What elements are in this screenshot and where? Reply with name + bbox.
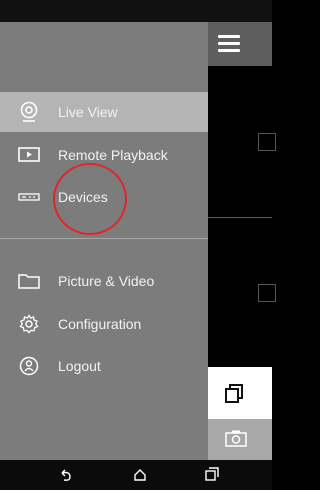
toolbar-panel <box>208 367 272 419</box>
back-icon[interactable] <box>56 465 76 485</box>
add-camera-icon[interactable] <box>258 133 276 151</box>
highlight-circle-annotation <box>53 163 127 235</box>
drawer-item-live-view[interactable]: Live View <box>0 92 208 132</box>
folder-icon <box>0 261 58 301</box>
drawer-item-label: Logout <box>58 358 101 374</box>
drawer-item-picture-video[interactable]: Picture & Video <box>0 261 208 301</box>
drawer-item-label: Remote Playback <box>58 147 168 163</box>
video-tile[interactable] <box>208 218 276 367</box>
video-tile[interactable] <box>208 66 276 217</box>
drawer-item-logout[interactable]: Logout <box>0 346 208 386</box>
device-icon <box>0 177 58 217</box>
drawer-item-label: Configuration <box>58 316 142 332</box>
drawer-divider <box>0 238 208 239</box>
recents-icon[interactable] <box>201 465 221 485</box>
android-navigation-bar <box>0 460 272 490</box>
camera-icon <box>0 92 58 132</box>
drawer-item-label: Picture & Video <box>58 273 155 289</box>
multi-window-icon[interactable] <box>224 384 244 409</box>
logout-icon <box>0 346 58 386</box>
gear-icon <box>0 304 58 344</box>
status-bar <box>0 0 272 22</box>
playback-icon <box>0 135 58 175</box>
navigation-drawer: Live View Remote Playback Devices Pictur… <box>0 22 208 460</box>
drawer-item-configuration[interactable]: Configuration <box>0 304 208 344</box>
menu-icon[interactable] <box>218 35 240 53</box>
drawer-item-label: Live View <box>58 104 118 120</box>
snapshot-icon[interactable] <box>225 430 247 452</box>
add-camera-icon[interactable] <box>258 284 276 302</box>
live-view-panel <box>208 22 276 460</box>
home-icon[interactable] <box>130 465 150 485</box>
capture-panel <box>208 419 272 460</box>
